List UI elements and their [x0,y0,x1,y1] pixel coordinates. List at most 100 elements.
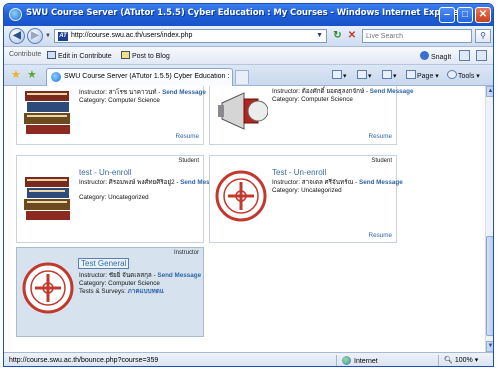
favorites-star-icon[interactable]: ★ [11,69,21,81]
category-line: Category: Uncategorized [272,187,342,194]
course-thumbnail-seal[interactable] [214,169,268,223]
address-dropdown-icon[interactable]: ▼ [316,32,323,39]
course-card-selected: Instructor Test General Instructor: ชัยย… [16,247,204,337]
category-label: Category: [272,96,300,103]
course-thumbnail-seal[interactable] [21,261,75,315]
print-button[interactable]: ▾ [382,70,397,80]
snagit-icon [420,51,429,60]
vertical-scrollbar[interactable]: ▲ ▼ [485,86,493,352]
send-message-link[interactable]: Send Message [359,179,403,186]
books-icon [24,177,70,220]
page-icon [406,70,416,79]
title-separator: - [286,168,294,177]
send-message-link[interactable]: Send Message [370,88,414,95]
category-value: Computer Science [301,96,353,103]
tools-gear-icon [447,70,457,79]
resume-link[interactable]: Resume [369,133,392,140]
tests-link[interactable]: ภาคแบบทดแ [128,288,164,295]
capture-window-icon[interactable] [459,50,470,61]
search-icon: ⚲ [480,31,486,40]
search-input[interactable] [363,30,471,42]
ie-logo-icon [9,8,22,21]
address-toolbar: ◀ ▶ ▼ AT http://course.swu.ac.th/users/i… [4,26,493,47]
instructor-name: ศิรอมพงษ์ พงศ์ทยศิริอยู่2 [108,179,175,186]
tab-favicon-icon [51,72,61,82]
back-button[interactable]: ◀ [9,28,25,44]
course-title: Test - Un-enroll [272,168,326,177]
scroll-down-icon[interactable]: ▼ [486,341,493,352]
role-badge: Instructor [173,250,199,256]
instructor-name: สาโรช นาคาวนท์ [108,89,157,96]
tab-my-courses[interactable]: SWU Course Server (ATutor 1.5.5) Cyber E… [46,68,233,86]
tools-menu-label: Tools [458,73,475,80]
snagit-button[interactable]: SnagIt [420,51,451,61]
search-button[interactable]: ⚲ [475,29,491,43]
role-badge: Student [371,158,392,164]
course-thumbnail-books[interactable] [21,169,75,223]
scroll-up-icon[interactable]: ▲ [486,86,493,97]
zoom-magnifier-icon: 🔍︎ [444,357,453,364]
capture-settings-icon[interactable] [476,50,487,61]
instructor-line: Instructor: สาจเดล ศรีจันทร์ณ - Send Mes… [272,179,403,186]
category-label: Category: [79,280,107,287]
feeds-button[interactable]: ▾ [357,70,372,80]
forward-button[interactable]: ▶ [27,28,43,44]
refresh-icon[interactable]: ↻ [331,30,344,42]
scroll-thumb[interactable] [486,236,493,336]
instructor-line: Instructor: ศิรอมพงษ์ พงศ์ทยศิริอยู่2 - … [79,179,224,186]
resume-link[interactable]: Resume [369,232,392,239]
site-favicon-icon: AT [58,32,68,41]
page-menu[interactable]: Page ▾ [406,70,439,80]
role-badge: Student [178,158,199,164]
security-zone: Internet [342,356,378,365]
maximize-button[interactable]: □ [457,7,473,23]
home-button[interactable]: ▾ [332,70,347,80]
browser-window: SWU Course Server (ATutor 1.5.5) Cyber E… [3,3,494,367]
instructor-name: ชัยยิ่ จันดเลสกุล [108,272,152,279]
unenroll-link[interactable]: Un-enroll [294,168,326,177]
zoom-control[interactable]: 🔍︎ 100% ▾ [444,356,478,364]
unenroll-link[interactable]: Un-enroll [99,168,131,177]
category-label: Category: [79,97,107,104]
title-bar: SWU Course Server (ATutor 1.5.5) Cyber E… [4,4,493,26]
minimize-button[interactable]: ‒ [439,7,455,23]
internet-globe-icon [342,356,351,365]
instructor-label: Instructor: [272,179,300,186]
close-button[interactable]: ✕ [475,7,491,23]
university-seal-icon [215,170,267,222]
course-card: Instructor: สาโรช นาคาวนท์ - Send Messag… [16,86,206,145]
instructor-label: Instructor: [272,88,300,95]
window-title: SWU Course Server (ATutor 1.5.5) Cyber E… [26,8,463,18]
status-bar: http://course.swu.ac.th/bounce.php?cours… [4,352,493,366]
stop-icon[interactable]: ✕ [346,30,358,42]
megaphone-icon [218,92,268,130]
university-seal-icon [22,262,74,314]
course-thumbnail-megaphone[interactable] [214,86,268,139]
address-url[interactable]: http://course.swu.ac.th/users/index.php [71,32,192,39]
search-box[interactable] [362,29,472,43]
category-label: Category: [272,187,300,194]
category-value: Uncategorized [301,187,342,194]
course-title-link[interactable]: Test General [78,258,130,269]
books-icon [24,91,70,134]
address-field[interactable]: AT http://course.swu.ac.th/users/index.p… [54,29,327,43]
tab-row: ★ ★ SWU Course Server (ATutor 1.5.5) Cyb… [4,65,493,86]
title-separator: - [91,168,100,177]
course-title-link[interactable]: test [79,168,92,177]
course-thumbnail-books[interactable] [21,86,75,139]
tools-menu[interactable]: Tools ▾ [447,70,480,80]
category-value: Uncategorized [108,194,149,201]
edit-in-contribute-button[interactable]: Edit in Contribute [47,51,112,60]
send-message-link[interactable]: Send Message [157,272,201,279]
course-title: Test General [78,258,130,269]
course-title-link[interactable]: Test [272,168,287,177]
send-message-link[interactable]: Send Message [162,89,206,96]
instructor-label: Instructor: [79,89,107,96]
contribute-label: Contribute [9,51,42,58]
zoom-level: 100% [454,357,473,364]
add-favorites-icon[interactable]: ★ [27,69,37,81]
recent-pages-dropdown-icon[interactable]: ▼ [45,33,51,39]
new-tab-button[interactable] [235,70,249,84]
post-to-blog-button[interactable]: Post to Blog [121,51,170,60]
resume-link[interactable]: Resume [176,133,199,140]
